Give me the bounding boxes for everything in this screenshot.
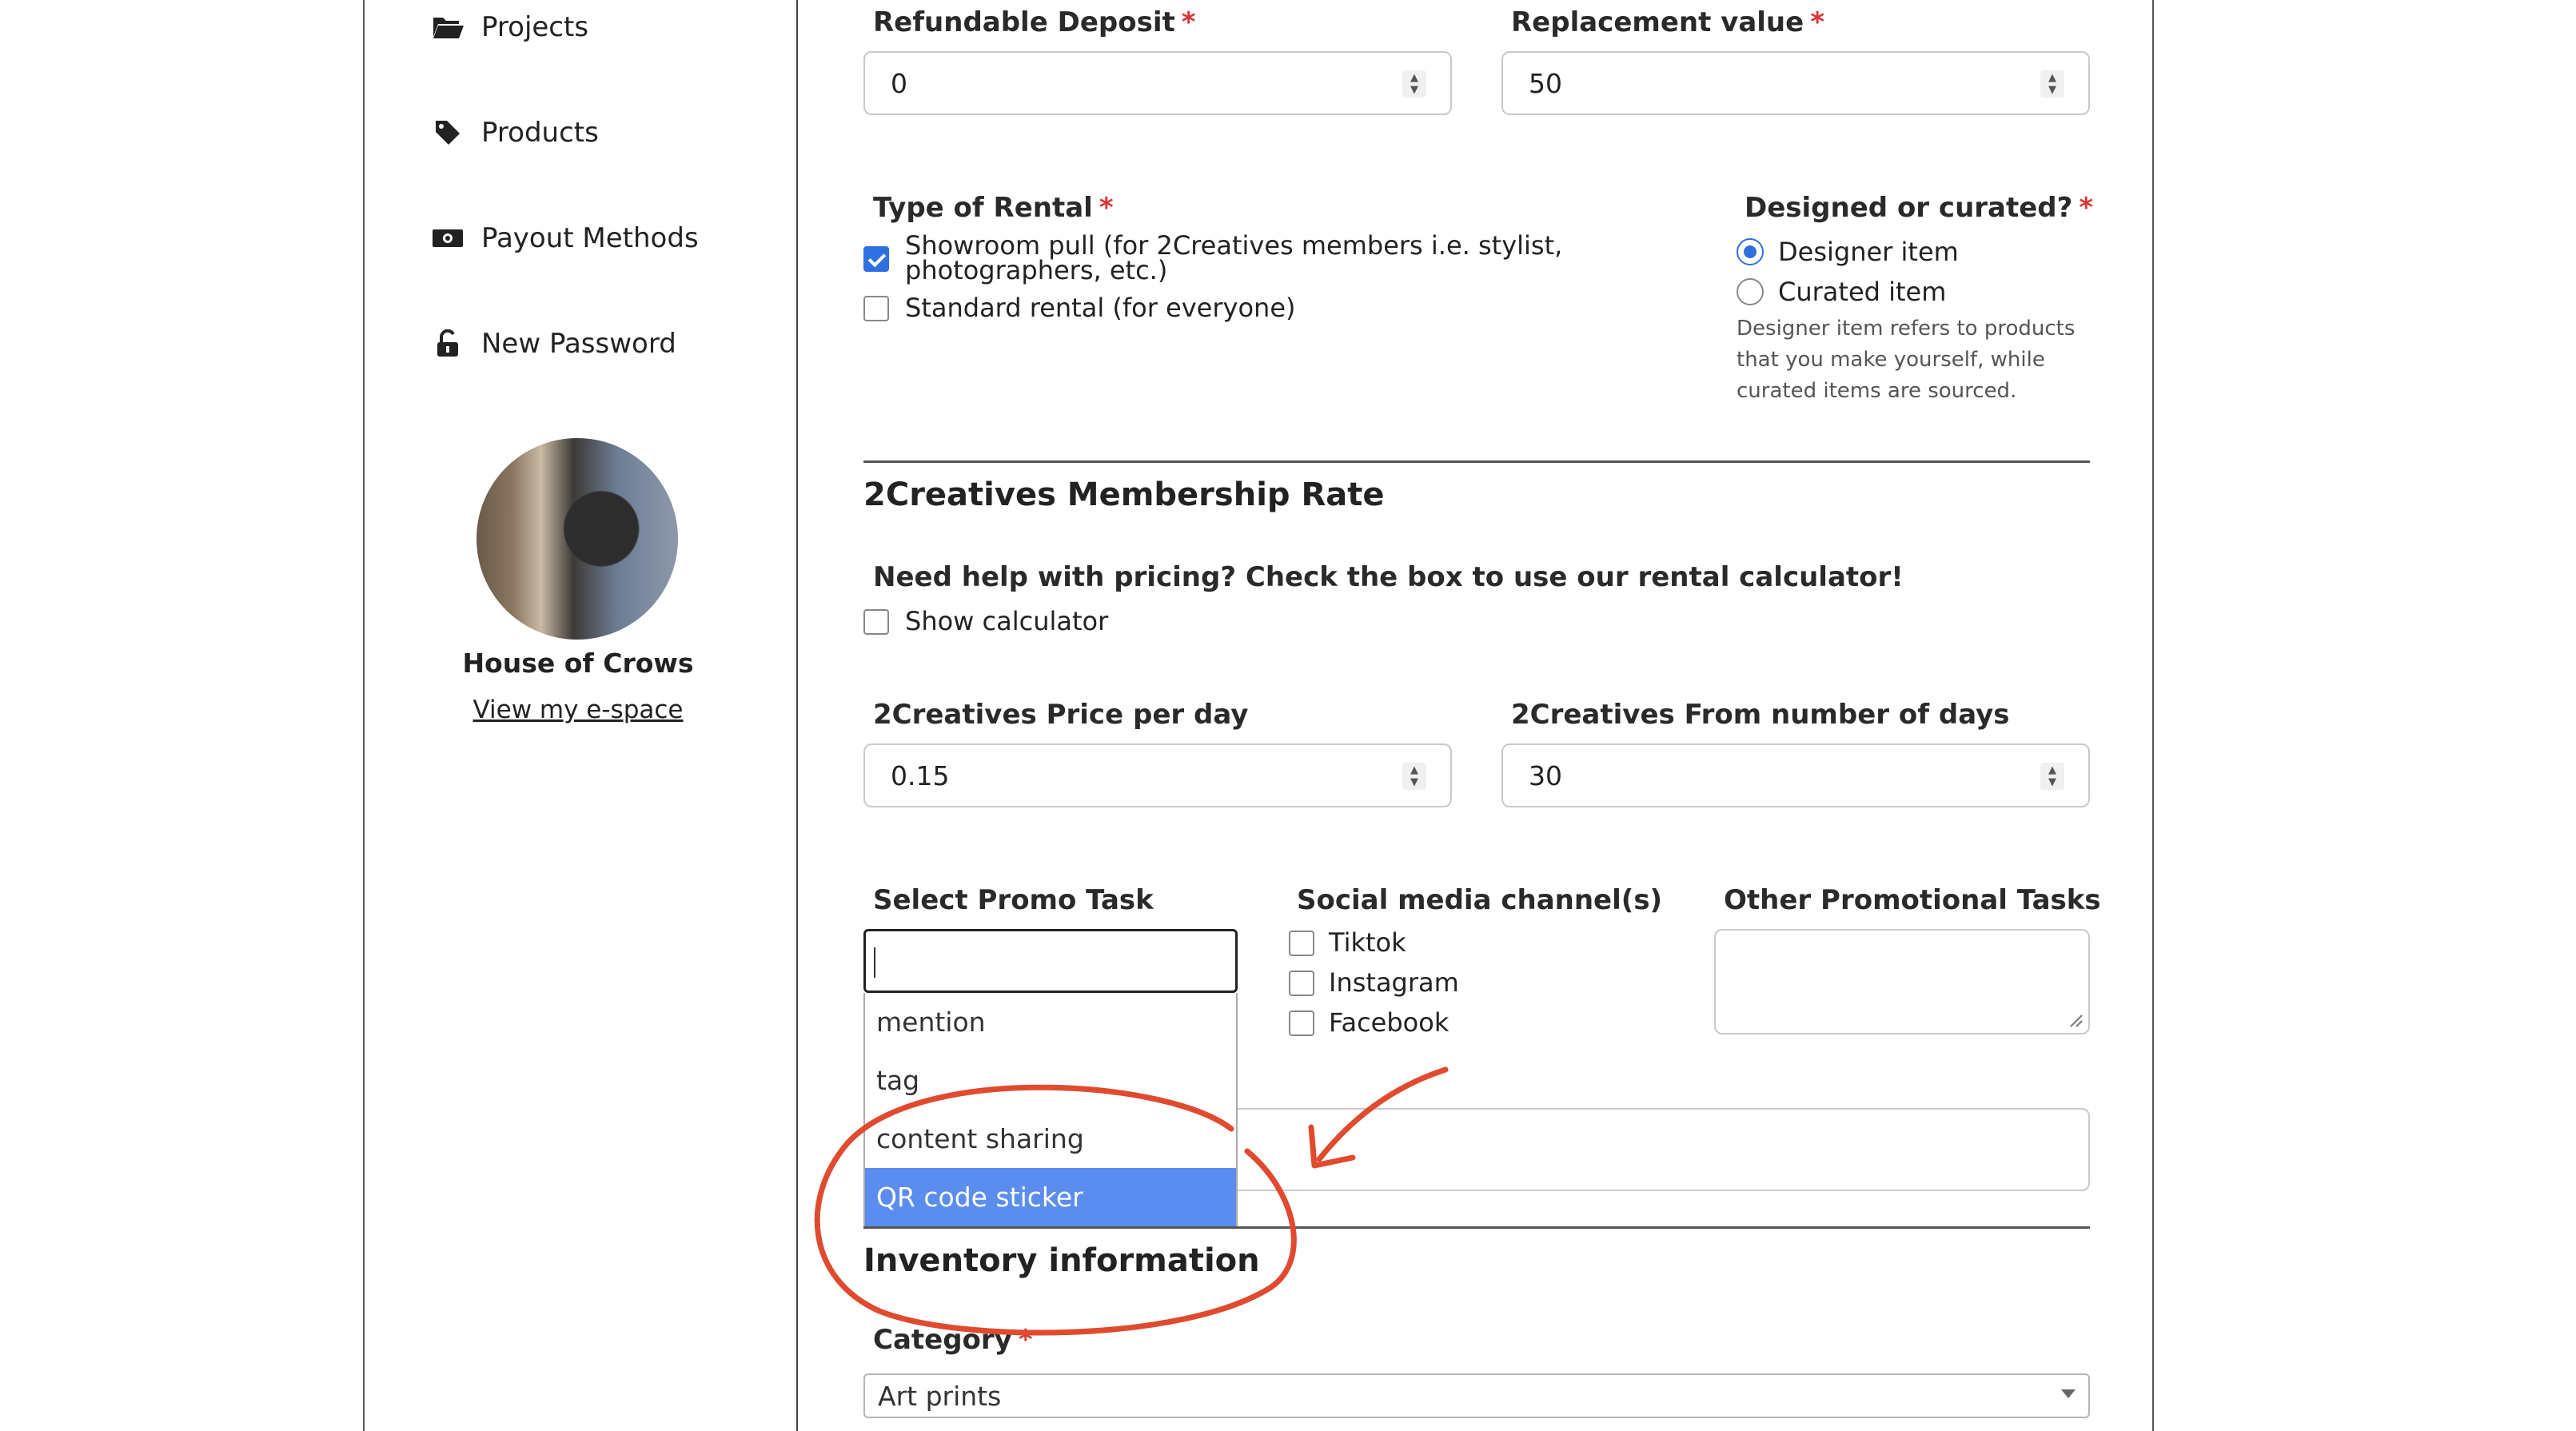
sidebar-divider [796, 0, 798, 1431]
text-caret [874, 947, 875, 978]
pricing-help-label: Need help with pricing? Check the box to… [873, 561, 1904, 593]
other-tasks-label: Other Promotional Tasks [1724, 884, 2101, 916]
membership-rate-title: 2Creatives Membership Rate [863, 476, 1385, 513]
view-e-space-link[interactable]: View my e-space [448, 696, 708, 724]
sidebar-item-label: Payout Methods [481, 222, 699, 254]
show-calculator-label: Show calculator [905, 606, 1109, 636]
sidebar-item-products[interactable]: Products [432, 117, 599, 149]
tiktok-label: Tiktok [1329, 927, 1406, 958]
promo-option-qr-code-sticker[interactable]: QR code sticker [865, 1168, 1236, 1226]
designer-item-label: Designer item [1778, 237, 1959, 267]
facebook-checkbox[interactable] [1289, 1010, 1314, 1036]
refundable-deposit-label: Refundable Deposit * [873, 6, 1196, 38]
promo-task-options: mention tag content sharing QR code stic… [863, 993, 1238, 1228]
showroom-pull-label: Showroom pull (for 2Creatives members i.… [905, 230, 1563, 285]
instagram-checkbox[interactable] [1289, 971, 1314, 996]
chevron-down-icon [2061, 1389, 2076, 1398]
showroom-pull-checkbox[interactable] [863, 246, 889, 272]
other-tasks-textarea[interactable] [1714, 929, 2090, 1034]
curated-item-label: Curated item [1778, 277, 1947, 307]
resize-handle-icon[interactable] [2066, 1010, 2084, 1028]
category-select[interactable]: Art prints [863, 1373, 2090, 1418]
tag-icon [432, 119, 464, 146]
sidebar-item-new-password[interactable]: New Password [432, 328, 676, 360]
sidebar-item-label: Projects [481, 11, 589, 43]
replacement-value-label: Replacement value * [1511, 6, 1824, 38]
number-spinner[interactable]: ▲ ▼ [1402, 763, 1426, 790]
promo-option-tag[interactable]: tag [865, 1051, 1236, 1110]
price-per-day-label: 2Creatives Price per day [873, 699, 1249, 731]
profile-name: House of Crows [462, 648, 694, 679]
number-spinner[interactable]: ▲ ▼ [2040, 763, 2064, 790]
type-of-rental-label: Type of Rental * [873, 192, 1114, 224]
sidebar-item-payout-methods[interactable]: Payout Methods [432, 222, 699, 254]
refundable-deposit-input[interactable]: 0 ▲ ▼ [863, 51, 1452, 115]
number-spinner[interactable]: ▲ ▼ [1402, 70, 1426, 98]
facebook-label: Facebook [1329, 1007, 1449, 1038]
from-days-input[interactable]: 30 ▲ ▼ [1501, 743, 2090, 807]
social-channels-label: Social media channel(s) [1297, 884, 1663, 916]
inventory-title: Inventory information [863, 1242, 1260, 1279]
category-label: Category * [873, 1324, 1033, 1356]
sidebar-item-projects[interactable]: Projects [432, 11, 588, 43]
number-spinner[interactable]: ▲ ▼ [2040, 70, 2064, 98]
promo-task-label: Select Promo Task [873, 884, 1154, 916]
unlock-icon [432, 329, 464, 357]
money-icon [432, 225, 464, 252]
replacement-value-input[interactable]: 50 ▲ ▼ [1501, 51, 2090, 115]
designed-curated-help: Designer item refers to products that yo… [1737, 317, 2076, 403]
section-divider [863, 460, 2090, 463]
standard-rental-label: Standard rental (for everyone) [905, 293, 1296, 323]
promo-option-mention[interactable]: mention [865, 993, 1236, 1051]
promo-task-search-input[interactable] [863, 929, 1238, 993]
left-frame-border [363, 0, 365, 1431]
section-divider [863, 1226, 2090, 1229]
standard-rental-checkbox[interactable] [863, 296, 889, 321]
designer-item-radio[interactable] [1737, 238, 1764, 265]
from-days-label: 2Creatives From number of days [1511, 699, 2010, 731]
designed-or-curated-label: Designed or curated? * [1745, 192, 2094, 224]
annotation-overlay [814, 1066, 1449, 1336]
avatar [477, 438, 678, 640]
promo-option-content-sharing[interactable]: content sharing [865, 1110, 1236, 1168]
tiktok-checkbox[interactable] [1289, 931, 1314, 956]
instagram-label: Instagram [1329, 967, 1459, 998]
show-calculator-checkbox[interactable] [863, 609, 889, 635]
price-per-day-input[interactable]: 0.15 ▲ ▼ [863, 743, 1452, 807]
sidebar-item-label: Products [481, 117, 599, 149]
curated-item-radio[interactable] [1737, 278, 1764, 305]
folder-open-icon [432, 14, 464, 41]
sidebar-item-label: New Password [481, 328, 676, 360]
right-frame-border [2152, 0, 2154, 1431]
